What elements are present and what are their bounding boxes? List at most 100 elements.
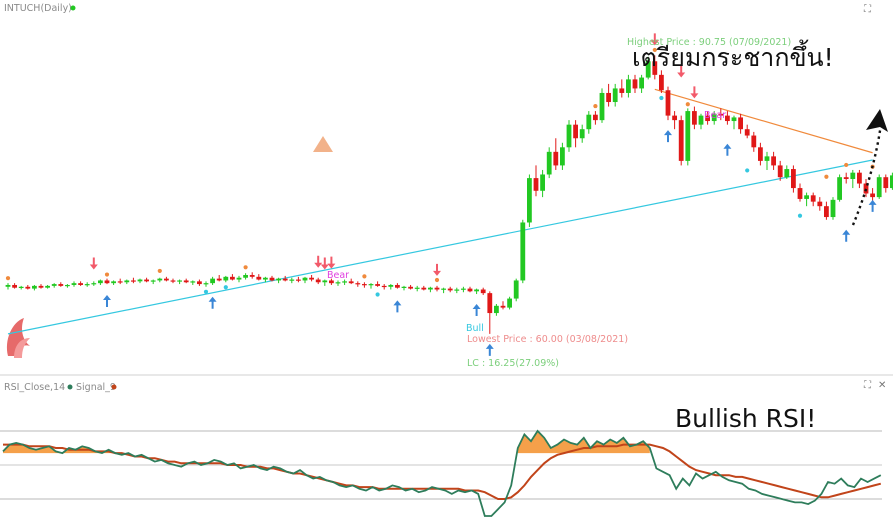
- rsi-overbought-fill: [3, 431, 650, 454]
- bull-arrow-icon: [103, 294, 111, 307]
- close-icon[interactable]: ✕: [878, 380, 886, 391]
- candle-body: [111, 281, 116, 284]
- candle-body: [883, 177, 889, 189]
- candle-body: [678, 120, 684, 161]
- candle-body: [672, 115, 677, 121]
- candle-body: [276, 278, 281, 281]
- candle-body: [78, 283, 83, 285]
- candle-body: [639, 77, 644, 89]
- candle-body: [414, 287, 420, 289]
- candle-body: [12, 284, 17, 288]
- candle-body: [698, 115, 704, 125]
- candle-body: [269, 277, 275, 281]
- candle-body: [223, 276, 229, 281]
- candle-body: [830, 199, 836, 218]
- candle-body: [791, 169, 796, 189]
- signal-dot: [104, 272, 110, 277]
- candle-body: [177, 280, 182, 282]
- candle-body: [289, 279, 295, 281]
- candle-body: [632, 79, 638, 89]
- bull-label: Bull: [466, 323, 484, 334]
- bull-arrow-icon: [208, 296, 217, 309]
- candle-body: [764, 156, 770, 161]
- expand-icon-top[interactable]: ⛶: [863, 4, 872, 15]
- candle-body: [434, 287, 440, 290]
- bear-arrow-icon: [433, 263, 441, 276]
- candle-body: [236, 277, 242, 280]
- candle-body: [520, 222, 526, 281]
- candle-body: [157, 278, 163, 281]
- candle-body: [659, 74, 664, 91]
- candle-body: [421, 287, 427, 290]
- signal-dot: [745, 168, 750, 173]
- rsi-signal-line: [3, 443, 882, 500]
- price-panel: INTUCH(Daily) ⛶ Highest Price : 90.75 (0…: [4, 3, 893, 369]
- candle-body: [315, 279, 321, 283]
- bear-label-2: Bear: [704, 110, 726, 121]
- bear-arrow-icon: [690, 86, 699, 99]
- candle-body: [388, 284, 394, 287]
- candle-body: [817, 201, 823, 207]
- rsi-panel: RSI_Close,14 Signal_9 ⛶ ✕ Bullish RSI!: [0, 380, 886, 517]
- candle-body: [216, 278, 222, 281]
- candle-body: [183, 280, 189, 283]
- candle-body: [98, 280, 103, 284]
- signal-dot: [5, 276, 11, 281]
- signal-dot: [797, 213, 803, 218]
- price-chart-title: INTUCH(Daily): [4, 3, 72, 14]
- candle-body: [5, 284, 11, 287]
- candle-body: [843, 177, 849, 180]
- title-dot-green: [70, 5, 76, 11]
- signal-dot: [375, 292, 380, 297]
- candle-body: [857, 172, 862, 184]
- rsi-line: [2, 429, 882, 517]
- candle-body: [850, 172, 856, 180]
- bear-arrow-icon: [89, 257, 98, 270]
- bull-arrow-icon: [393, 300, 402, 313]
- candle-body: [467, 288, 473, 292]
- support-trendline: [7, 159, 873, 335]
- candle-body: [771, 156, 776, 166]
- candle-body: [150, 280, 156, 282]
- candle-body: [355, 283, 361, 285]
- candle-body: [362, 284, 367, 286]
- candle-body: [243, 275, 248, 278]
- candle-body: [302, 277, 308, 281]
- candle-body: [546, 151, 552, 175]
- rsi-legend-signal: Signal_9: [76, 382, 116, 393]
- candle-body: [777, 165, 783, 178]
- candle-body: [751, 135, 757, 148]
- candle-body: [513, 280, 519, 299]
- rsi-legend-rsi: RSI_Close,14: [4, 382, 65, 393]
- candle-body: [527, 178, 532, 223]
- signal-dot: [157, 268, 162, 274]
- candle-body: [870, 193, 875, 198]
- candle-body: [65, 284, 70, 287]
- candle-body: [296, 279, 301, 281]
- candle-body: [282, 278, 288, 281]
- signal-dot: [824, 174, 829, 179]
- bull-arrow-icon: [842, 229, 851, 242]
- candle-body: [58, 284, 64, 286]
- candle-body: [797, 188, 803, 199]
- candle-body: [164, 278, 169, 281]
- candle-body: [91, 283, 97, 285]
- candle-body: [401, 286, 407, 288]
- candle-body: [45, 285, 50, 288]
- candle-body: [375, 284, 380, 286]
- candle-body: [474, 289, 479, 292]
- signal-dot: [659, 95, 664, 101]
- candle-body: [612, 88, 618, 103]
- candle-body: [540, 174, 545, 191]
- candle-body: [84, 284, 90, 286]
- candle-body: [533, 178, 539, 191]
- expand-icon-bottom[interactable]: ⛶: [863, 380, 872, 391]
- candle-body: [837, 177, 842, 200]
- candle-body: [480, 289, 486, 294]
- candle-body: [395, 284, 400, 288]
- candle-body: [692, 111, 697, 125]
- candle-body: [263, 277, 268, 280]
- bull-arrow-icon: [868, 199, 877, 212]
- candle-body: [810, 195, 816, 202]
- bull-arrow-icon: [723, 143, 732, 156]
